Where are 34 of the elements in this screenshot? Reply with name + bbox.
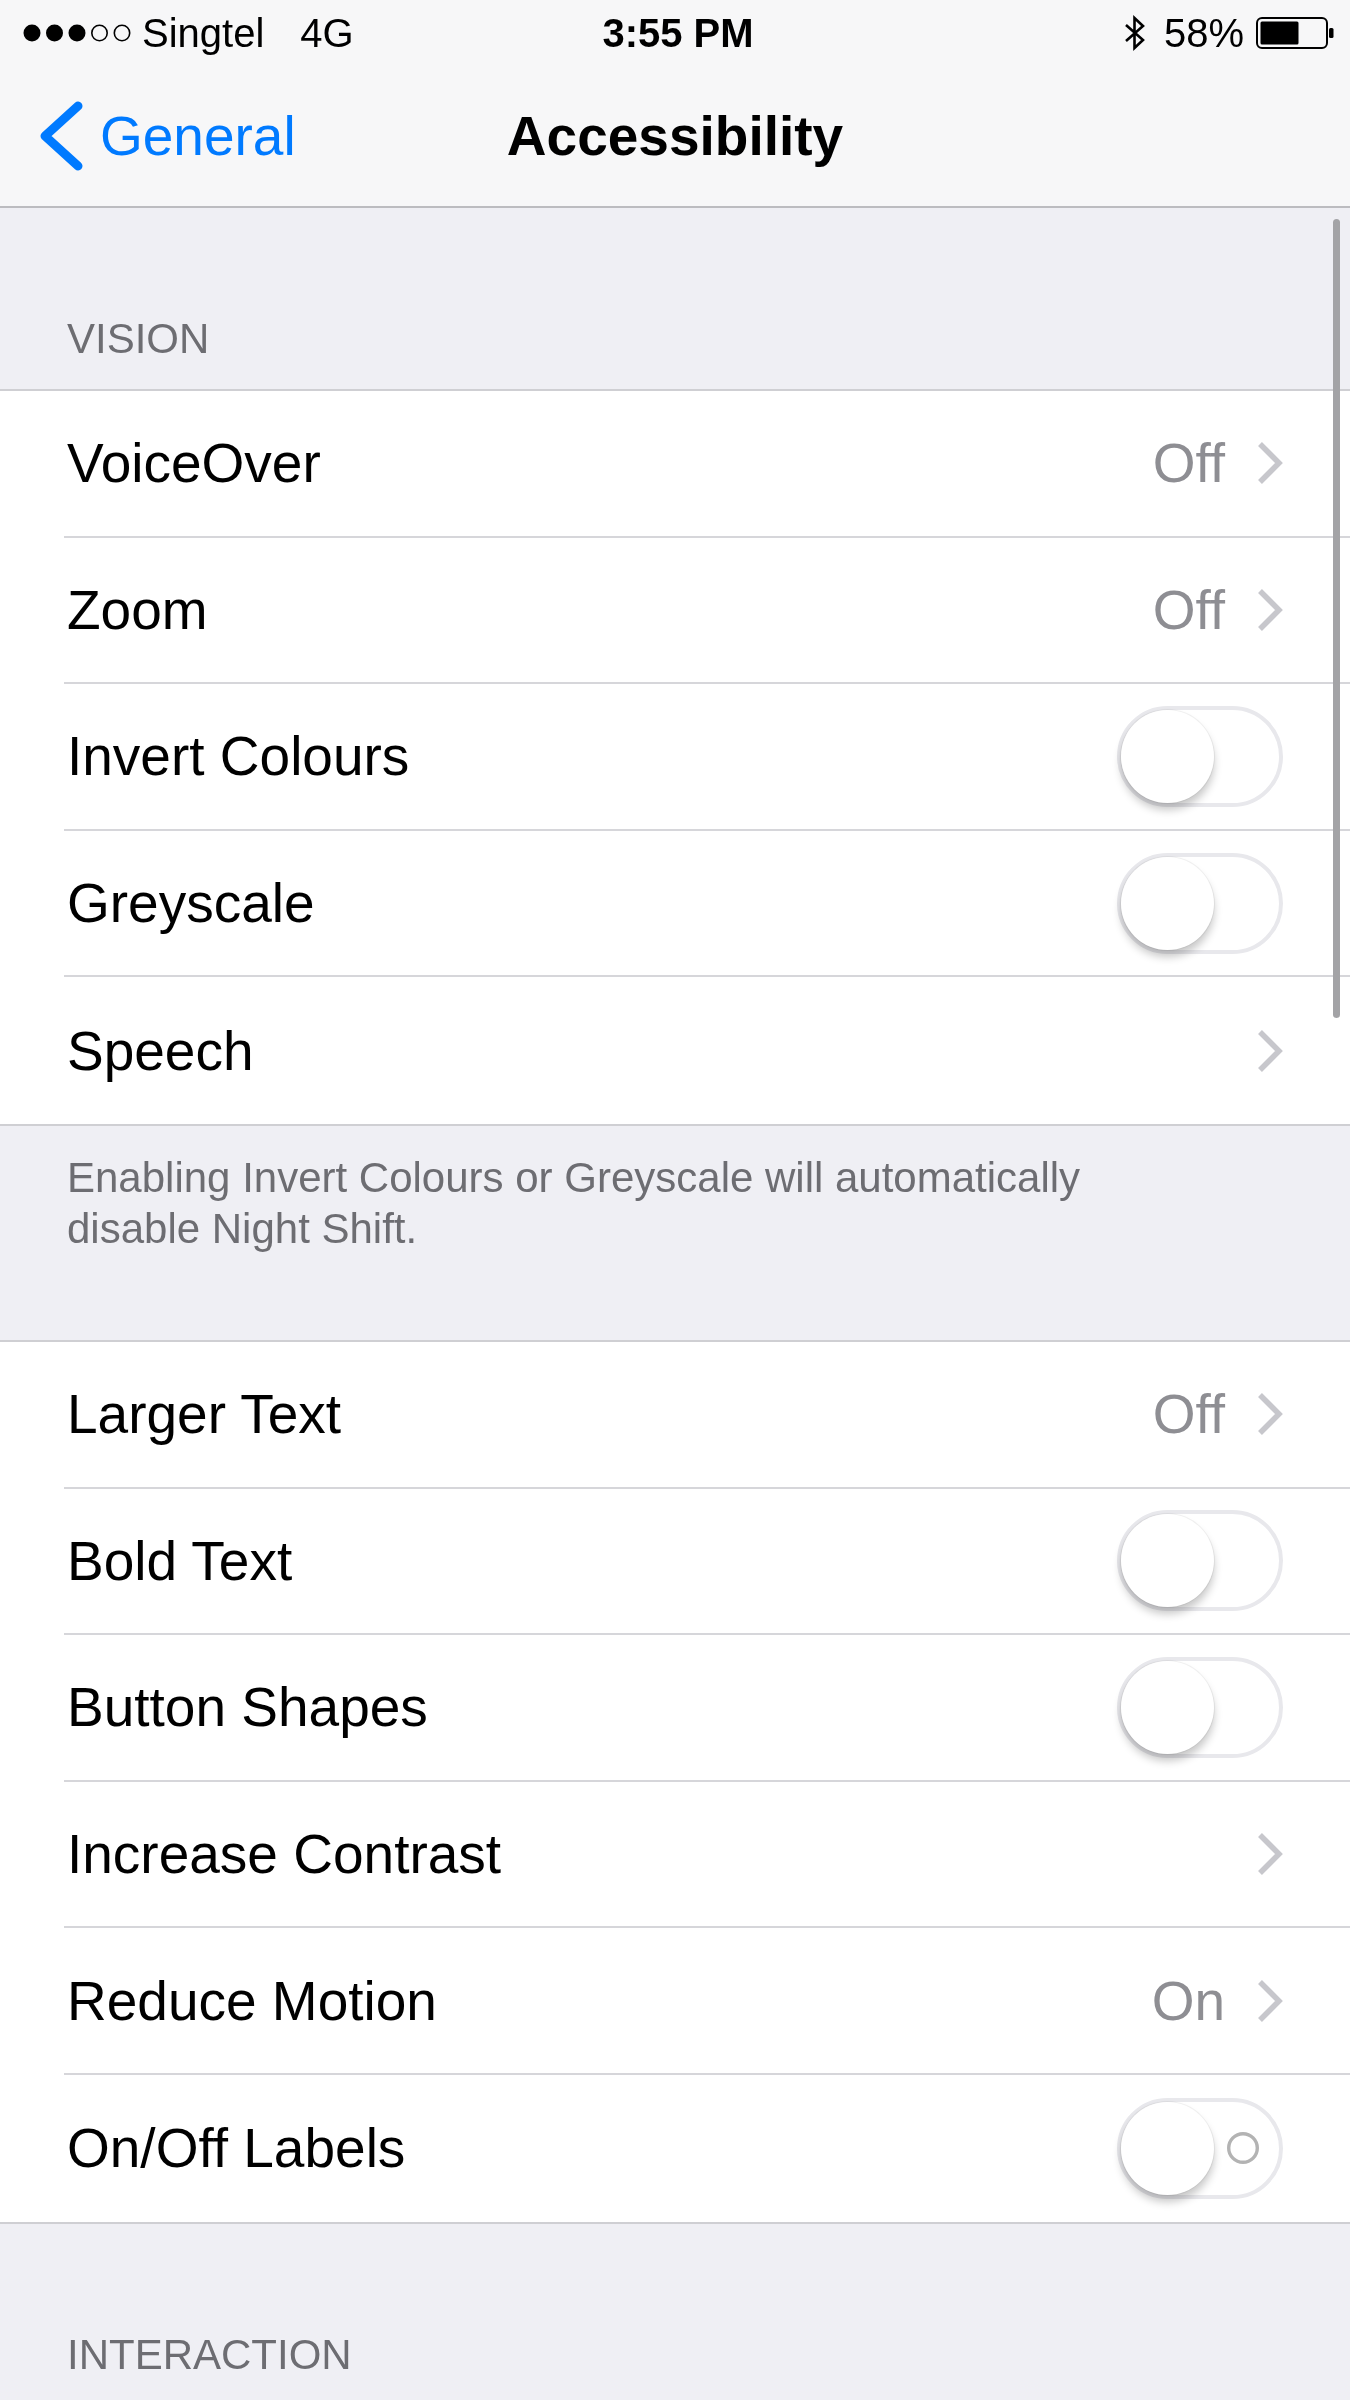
setting-value: Off — [1152, 577, 1225, 642]
setting-label[interactable]: Zoom — [67, 577, 1153, 642]
setting-label[interactable]: Increase Contrast — [67, 1822, 1257, 1887]
setting-label: Greyscale — [67, 871, 316, 936]
carrier-name: Singtel — [142, 9, 265, 56]
section-footer: Enabling Invert Colours or Greyscale will automatically disable Night Shift. — [67, 1151, 1187, 1254]
chevron-icon — [38, 100, 84, 171]
back-button[interactable]: General — [0, 100, 296, 171]
chevron-icon — [1257, 441, 1283, 486]
section-header: VISION — [67, 315, 210, 363]
chevron-icon — [1257, 1832, 1283, 1877]
chevron-icon — [1257, 1978, 1283, 2023]
setting-label[interactable]: Reduce Motion — [67, 1968, 1152, 2033]
setting-label[interactable]: VoiceOver — [67, 431, 1153, 496]
chevron-icon — [1257, 1392, 1283, 1437]
status-time: 3:55 PM — [602, 9, 754, 56]
chevron-icon — [1257, 587, 1283, 632]
setting-label: On/Off Labels — [67, 2116, 407, 2181]
signal-icon — [22, 22, 132, 43]
setting-label: Button Shapes — [67, 1675, 429, 1740]
setting-label: Invert Colours — [67, 724, 411, 789]
battery-icon — [1256, 16, 1334, 49]
section-header: INTERACTION — [67, 2330, 352, 2379]
setting-label[interactable]: Larger Text — [67, 1382, 1153, 1447]
setting-value: Off — [1152, 431, 1225, 496]
network-type: 4G — [300, 9, 354, 56]
setting-label: Bold Text — [67, 1528, 294, 1593]
chevron-icon — [1257, 1028, 1283, 1073]
bluetooth-icon — [1123, 14, 1146, 51]
setting-label[interactable]: Speech — [67, 1018, 1257, 1083]
battery-percentage: 58% — [1163, 9, 1244, 56]
setting-value: Off — [1152, 1382, 1225, 1447]
setting-value: On — [1151, 1968, 1225, 2033]
screen-title: Accessibility — [506, 103, 844, 169]
